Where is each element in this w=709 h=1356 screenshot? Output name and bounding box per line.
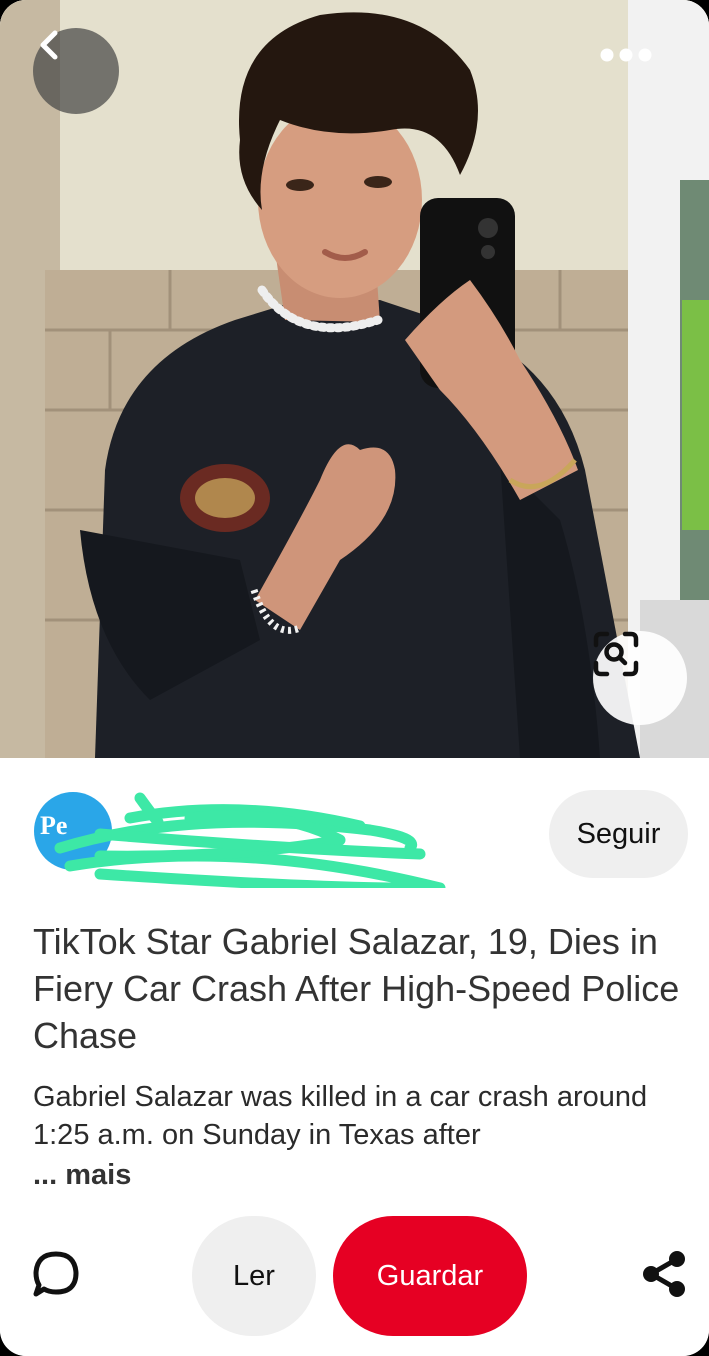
more-horizontal-icon bbox=[600, 48, 652, 62]
visual-search-icon bbox=[593, 631, 639, 677]
share-button[interactable] bbox=[636, 1246, 692, 1302]
back-button[interactable] bbox=[33, 28, 119, 114]
share-icon bbox=[643, 1251, 685, 1297]
follow-button[interactable]: Seguir bbox=[549, 790, 688, 878]
read-button[interactable]: Ler bbox=[192, 1216, 316, 1336]
comment-button[interactable] bbox=[28, 1246, 84, 1302]
pin-details-panel: Pe Seguir TikTok Star Gabriel Salazar, 1… bbox=[0, 758, 709, 1356]
pin-description: Gabriel Salazar was killed in a car cras… bbox=[33, 1081, 648, 1151]
chevron-left-icon bbox=[40, 30, 58, 60]
more-options-button[interactable] bbox=[600, 48, 680, 92]
description-more-link[interactable]: ... mais bbox=[33, 1159, 131, 1192]
visual-search-button[interactable] bbox=[593, 631, 687, 725]
pin-detail-screen: Pe Seguir TikTok Star Gabriel Salazar, 1… bbox=[0, 0, 709, 1356]
comment-icon bbox=[33, 1251, 79, 1297]
pin-image[interactable] bbox=[0, 0, 709, 758]
save-button[interactable]: Guardar bbox=[333, 1216, 527, 1336]
pin-title: TikTok Star Gabriel Salazar, 19, Dies in… bbox=[33, 921, 680, 1056]
redaction-scribble bbox=[54, 792, 446, 888]
